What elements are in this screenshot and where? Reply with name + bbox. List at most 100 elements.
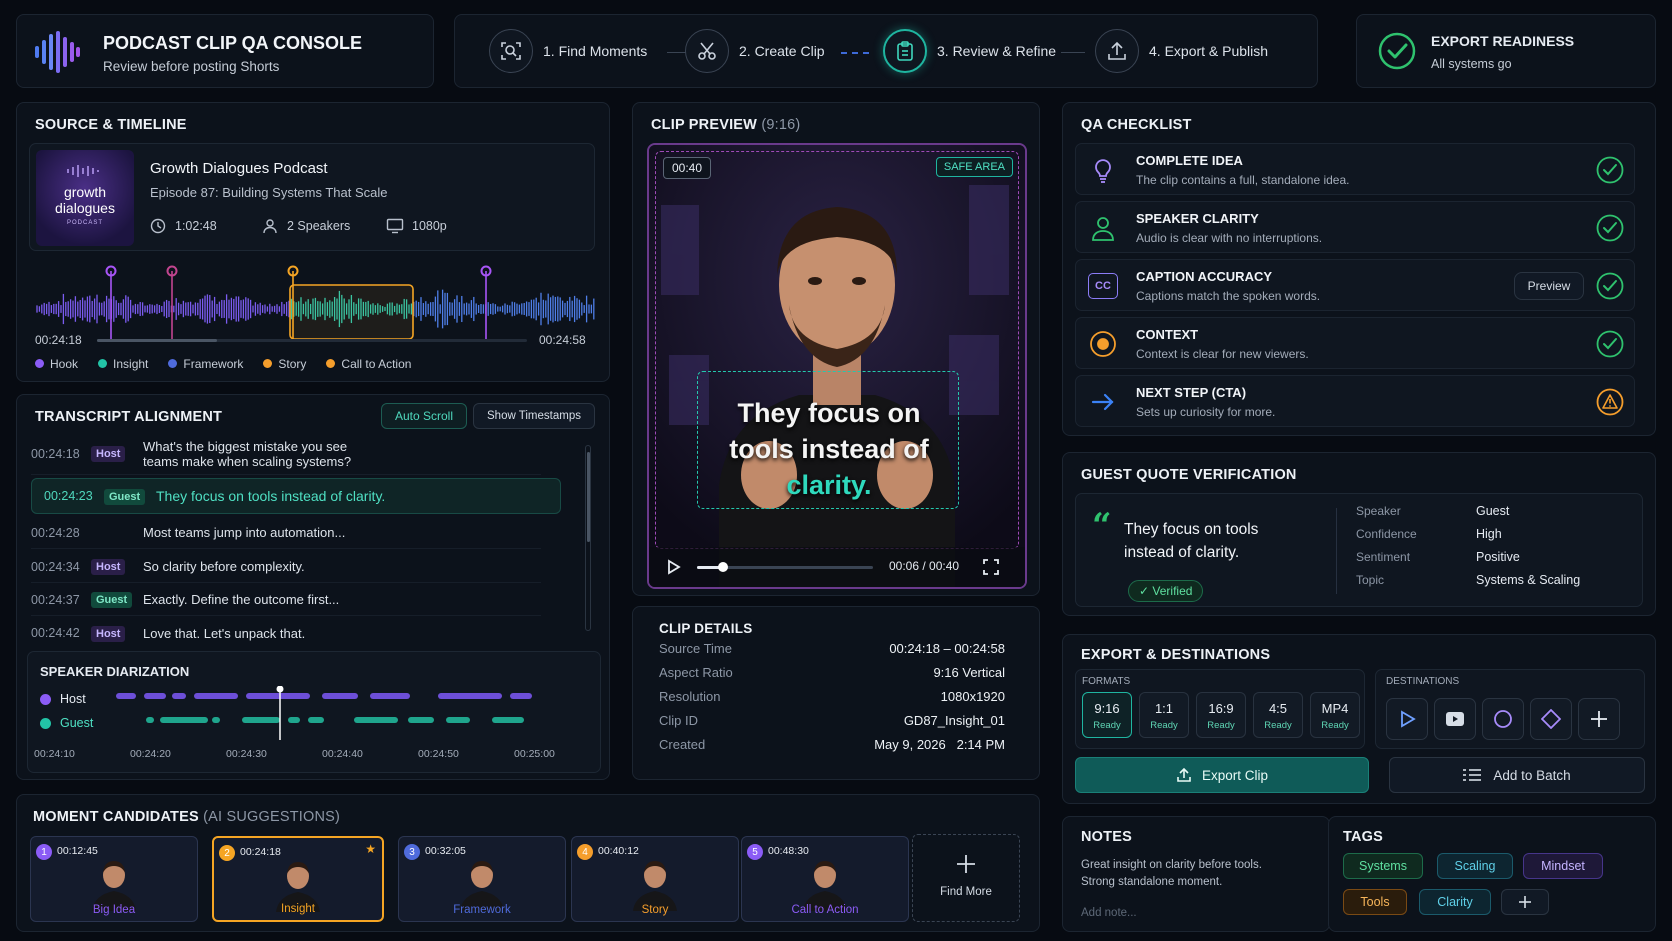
timeline-scrubber[interactable] — [97, 339, 527, 342]
fullscreen-icon[interactable] — [983, 559, 999, 575]
moment-legend: Hook Insight Framework Story Call to Act… — [35, 357, 411, 371]
legend-cta: Call to Action — [326, 357, 411, 371]
destination-youtube[interactable] — [1434, 698, 1476, 740]
moment-candidate-card[interactable]: 5 00:48:30 Call to Action — [741, 836, 909, 922]
host-segment — [246, 693, 310, 699]
destinations-label: DESTINATIONS — [1386, 676, 1460, 687]
host-segment — [322, 693, 358, 699]
format-status: Ready — [1093, 720, 1121, 731]
moment-candidate-card[interactable]: 3 00:32:05 Framework — [398, 836, 566, 922]
guest-segment — [160, 717, 208, 723]
quote-card: “ They focus on tools instead of clarity… — [1075, 493, 1643, 607]
find-more-button[interactable]: Find More — [912, 834, 1020, 922]
add-to-batch-button[interactable]: Add to Batch — [1389, 757, 1645, 793]
scrubber-progress — [97, 339, 218, 342]
transcript-row-active[interactable]: 00:24:23 Guest They focus on tools inste… — [31, 478, 561, 514]
transcript-row[interactable]: 00:24:42 Host Love that. Let's unpack th… — [31, 617, 541, 649]
moment-candidate-card[interactable]: 1 00:12:45 Big Idea — [30, 836, 198, 922]
format-option[interactable]: 9:16 Ready — [1082, 692, 1132, 738]
speaker-thumbnail — [460, 861, 504, 911]
transcript-panel: TRANSCRIPT ALIGNMENT Auto Scroll Show Ti… — [16, 394, 610, 780]
format-option[interactable]: MP4 Ready — [1310, 692, 1360, 738]
clock-icon — [150, 218, 166, 234]
moment-candidate-card[interactable]: 4 00:40:12 Story — [571, 836, 739, 922]
legend-hook: Hook — [35, 357, 78, 371]
audio-waveform[interactable] — [35, 261, 595, 341]
host-label: Host — [60, 692, 86, 706]
format-option[interactable]: 4:5 Ready — [1253, 692, 1303, 738]
cover-line-2: dialogues — [55, 200, 115, 216]
step-create-clip[interactable]: 2. Create Clip — [685, 29, 825, 73]
step-find-moments[interactable]: 1. Find Moments — [489, 29, 647, 73]
guest-segment — [212, 717, 220, 723]
playback-progress[interactable] — [697, 562, 873, 572]
step-export-publish[interactable]: 4. Export & Publish — [1095, 29, 1268, 73]
caption-preview-button[interactable]: Preview — [1514, 272, 1584, 300]
check-next-step-cta[interactable]: NEXT STEP (CTA) Sets up curiosity for mo… — [1075, 375, 1635, 427]
app-brand: PODCAST CLIP QA CONSOLE Review before po… — [16, 14, 434, 88]
format-ratio: 1:1 — [1154, 701, 1174, 716]
diarization-tracks[interactable] — [108, 686, 588, 740]
section-title: TRANSCRIPT ALIGNMENT — [35, 409, 223, 425]
add-tag-button[interactable] — [1501, 889, 1549, 915]
transcript-row[interactable]: 00:24:37 Guest Exactly. Define the outco… — [31, 584, 541, 616]
section-title: QA CHECKLIST — [1081, 117, 1192, 133]
cover-line-3: PODCAST — [66, 220, 103, 226]
tag-tools[interactable]: Tools — [1343, 889, 1407, 915]
check-caption-accuracy[interactable]: CC CAPTION ACCURACY Captions match the s… — [1075, 259, 1635, 311]
lightbulb-icon — [1095, 159, 1111, 183]
host-segment — [438, 693, 502, 699]
export-clip-button[interactable]: Export Clip — [1075, 757, 1369, 793]
transcript-scrollbar[interactable] — [585, 445, 591, 631]
section-title: SPEAKER DIARIZATION — [40, 664, 190, 679]
check-circle-icon — [1596, 214, 1624, 242]
circle-icon — [1494, 710, 1512, 728]
transcript-row[interactable]: 00:24:28 Most teams jump into automation… — [31, 517, 541, 549]
candidate-time: 00:24:18 — [240, 846, 281, 858]
format-option[interactable]: 1:1 Ready — [1139, 692, 1189, 738]
add-destination-button[interactable] — [1578, 698, 1620, 740]
moment-candidate-card[interactable]: 2 00:24:18 ★ Insight — [212, 836, 384, 922]
tag-clarity[interactable]: Clarity — [1419, 889, 1491, 915]
destination-tiktok[interactable] — [1386, 698, 1428, 740]
speaker-badge: Host — [91, 559, 126, 575]
show-timestamps-button[interactable]: Show Timestamps — [473, 403, 595, 429]
video-frame[interactable]: 00:40 SAFE AREA They focus on tools inst… — [647, 143, 1027, 589]
guest-segment — [242, 717, 280, 723]
upload-icon — [1108, 41, 1126, 60]
podcast-cover[interactable]: growth dialogues PODCAST — [36, 150, 134, 246]
destination-circle[interactable] — [1482, 698, 1524, 740]
tag-mindset[interactable]: Mindset — [1523, 853, 1603, 879]
plus-icon — [1519, 896, 1531, 908]
note-text: Great insight on clarity before tools. S… — [1081, 859, 1262, 888]
plus-icon — [1591, 711, 1607, 727]
scrollbar-thumb[interactable] — [587, 452, 590, 542]
play-icon[interactable] — [667, 559, 681, 575]
add-note-input[interactable]: Add note... — [1081, 907, 1137, 919]
tag-systems[interactable]: Systems — [1343, 853, 1423, 879]
duration-badge: 00:40 — [663, 157, 712, 179]
cover-line-1: growth — [63, 184, 107, 200]
step-review-refine[interactable]: 3. Review & Refine — [883, 29, 1056, 73]
playback-knob[interactable] — [718, 562, 729, 572]
destination-diamond[interactable] — [1530, 698, 1572, 740]
check-context[interactable]: CONTEXT Context is clear for new viewers… — [1075, 317, 1635, 369]
clip-selection-range — [289, 284, 414, 340]
qa-checklist-panel: QA CHECKLIST COMPLETE IDEA The clip cont… — [1062, 102, 1656, 436]
transcript-row[interactable]: 00:24:34 Host So clarity before complexi… — [31, 551, 541, 583]
transcript-row[interactable]: 00:24:18 Host What's the biggest mistake… — [31, 433, 541, 475]
podcast-name: Growth Dialogues Podcast — [150, 160, 328, 177]
auto-scroll-button[interactable]: Auto Scroll — [381, 403, 467, 429]
check-speaker-clarity[interactable]: SPEAKER CLARITY Audio is clear with no i… — [1075, 201, 1635, 253]
step-label: 1. Find Moments — [543, 43, 648, 59]
person-icon — [263, 219, 277, 234]
tag-scaling[interactable]: Scaling — [1437, 853, 1513, 879]
check-complete-idea[interactable]: COMPLETE IDEA The clip contains a full, … — [1075, 143, 1635, 195]
section-title: MOMENT CANDIDATES (AI SUGGESTIONS) — [33, 809, 341, 825]
quote-divider — [1336, 508, 1337, 594]
host-segment — [116, 693, 136, 699]
candidate-label: Insight — [281, 903, 315, 915]
field-value: High — [1476, 527, 1502, 541]
format-option[interactable]: 16:9 Ready — [1196, 692, 1246, 738]
scan-search-icon — [501, 42, 521, 60]
